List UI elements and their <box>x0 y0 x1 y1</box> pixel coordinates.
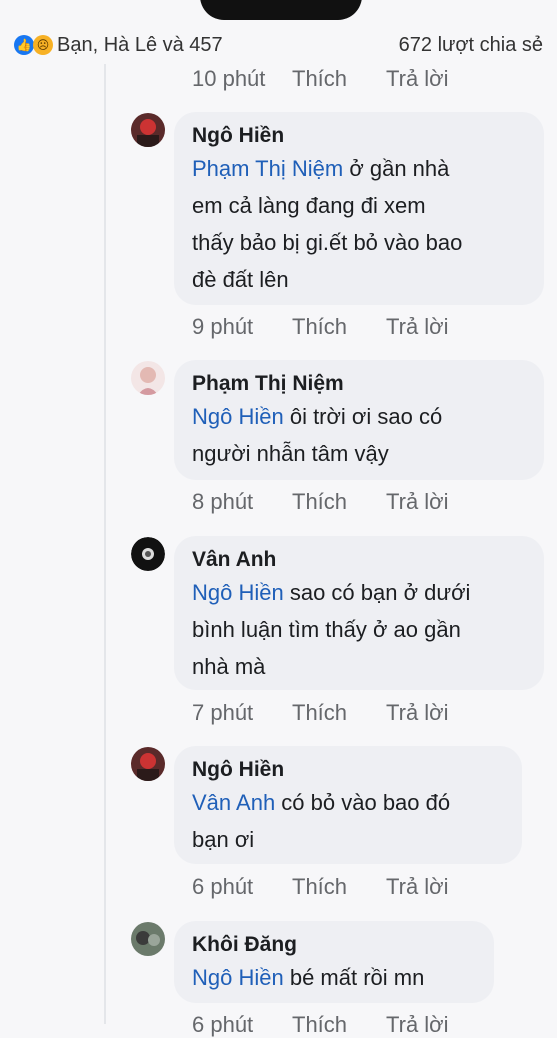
reply-button[interactable]: Trả lời <box>386 66 449 92</box>
reaction-summary[interactable]: 👍 ☹ Bạn, Hà Lê và 457 <box>14 34 223 57</box>
like-button[interactable]: Thích <box>292 700 386 726</box>
mention-link[interactable]: Phạm Thị Niệm <box>192 156 343 181</box>
mention-link[interactable]: Vân Anh <box>192 790 275 815</box>
mention-link[interactable]: Ngô Hiền <box>192 965 284 990</box>
like-button[interactable]: Thích <box>292 1012 386 1038</box>
reply-button[interactable]: Trả lời <box>386 314 449 340</box>
comment-actions: 9 phút Thích Trả lời <box>192 314 449 340</box>
comment-actions: 10 phút Thích Trả lời <box>192 66 449 92</box>
comment-time: 6 phút <box>192 1012 254 1037</box>
comment-time: 7 phút <box>192 700 254 725</box>
comment-actions: 8 phút Thích Trả lời <box>192 489 449 515</box>
comment-actions: 6 phút Thích Trả lời <box>192 1012 449 1038</box>
reply-button[interactable]: Trả lời <box>386 700 449 726</box>
comment-author[interactable]: Phạm Thị Niệm <box>192 370 526 398</box>
reply-button[interactable]: Trả lời <box>386 1012 449 1038</box>
like-button[interactable]: Thích <box>292 66 386 92</box>
comment-author[interactable]: Vân Anh <box>192 546 526 574</box>
comment-bubble: Ngô Hiền Vân Anh có bỏ vào bao đó bạn ơi <box>174 746 522 864</box>
mention-link[interactable]: Ngô Hiền <box>192 580 284 605</box>
like-button[interactable]: Thích <box>292 314 386 340</box>
like-button[interactable]: Thích <box>292 874 386 900</box>
comment-time: 9 phút <box>192 314 254 339</box>
comment-time: 8 phút <box>192 489 254 514</box>
comment-time: 6 phút <box>192 874 254 899</box>
phone-notch <box>200 0 362 20</box>
comment-author[interactable]: Ngô Hiền <box>192 756 504 784</box>
thread-line <box>104 64 106 1024</box>
comment-bubble: Vân Anh Ngô Hiền sao có bạn ở dưới bình … <box>174 536 544 690</box>
sad-icon: ☹ <box>33 35 53 55</box>
comment-bubble: Phạm Thị Niệm Ngô Hiền ôi trời ơi sao có… <box>174 360 544 480</box>
comment-text: Phạm Thị Niệm ở gần nhà em cả làng đang … <box>192 150 526 298</box>
avatar[interactable] <box>131 922 165 956</box>
reaction-summary-text: Bạn, Hà Lê và 457 <box>57 33 223 56</box>
comment-author[interactable]: Ngô Hiền <box>192 122 526 150</box>
reply-button[interactable]: Trả lời <box>386 874 449 900</box>
mention-link[interactable]: Ngô Hiền <box>192 404 284 429</box>
comment-actions: 6 phút Thích Trả lời <box>192 874 449 900</box>
comment-actions: 7 phút Thích Trả lời <box>192 700 449 726</box>
comment-bubble: Ngô Hiền Phạm Thị Niệm ở gần nhà em cả l… <box>174 112 544 305</box>
comment-text: Ngô Hiền ôi trời ơi sao có người nhẫn tâ… <box>192 398 526 472</box>
avatar[interactable] <box>131 537 165 571</box>
comment-text: Ngô Hiền sao có bạn ở dưới bình luận tìm… <box>192 574 526 685</box>
reply-button[interactable]: Trả lời <box>386 489 449 515</box>
avatar[interactable] <box>131 113 165 147</box>
like-button[interactable]: Thích <box>292 489 386 515</box>
reaction-bar: 👍 ☹ Bạn, Hà Lê và 457 672 lượt chia sẻ <box>14 28 543 62</box>
comment-time: 10 phút <box>192 66 266 91</box>
comment-bubble: Khôi Đăng Ngô Hiền bé mất rồi mn <box>174 921 494 1003</box>
comment-body: bé mất rồi mn <box>283 965 425 990</box>
avatar[interactable] <box>131 747 165 781</box>
comment-text: Vân Anh có bỏ vào bao đó bạn ơi <box>192 784 504 858</box>
comment-author[interactable]: Khôi Đăng <box>192 931 476 959</box>
like-icon: 👍 <box>14 35 34 55</box>
share-count[interactable]: 672 lượt chia sẻ <box>399 34 543 57</box>
avatar[interactable] <box>131 361 165 395</box>
comment-text: Ngô Hiền bé mất rồi mn <box>192 959 476 996</box>
